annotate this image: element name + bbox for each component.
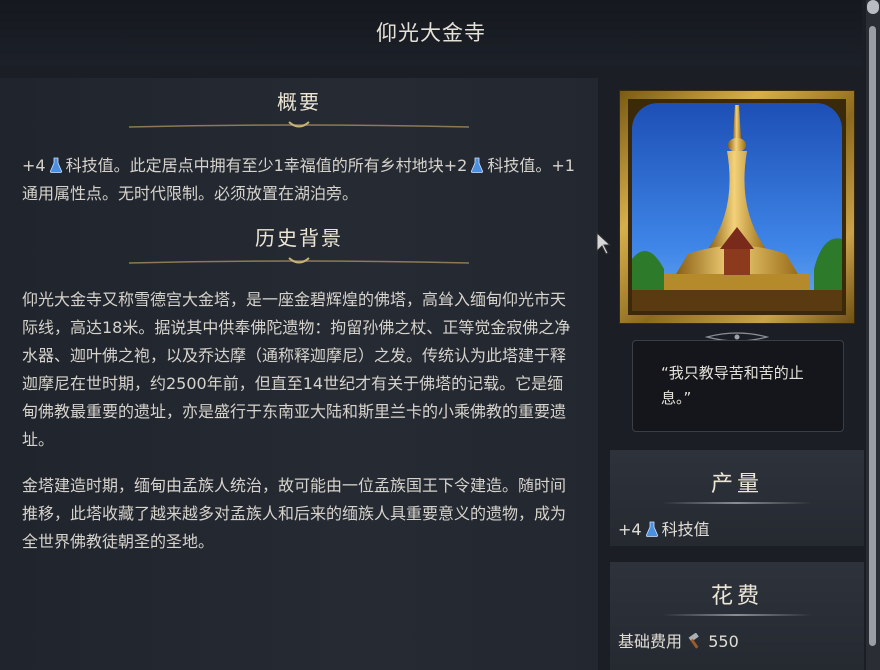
hammer-icon [687,632,703,653]
flask-icon [49,154,62,173]
quote-box: “我只教导苦和苦的止息。” [632,340,844,432]
scroll-thumb[interactable] [869,26,876,646]
flask-icon [645,521,658,537]
quote-text: “我只教导苦和苦的止息。” [661,364,804,407]
overview-text: +4 科技值。此定居点中拥有至少1幸福值的所有乡村地块+2 科技值。+1通用属性点。… [22,154,575,203]
description-panel: 概要 +4 科技值。此定居点中拥有至少1幸福值的所有乡村地块+2 科技值。+1通用属… [0,78,598,670]
history-paragraph-2: 金塔建造时期，缅甸由孟族人统治，故可能由一位孟族国王下令建造。随时间推移，此塔收… [22,476,567,551]
overview-header: 概要 [0,86,598,133]
cost-box: 花费 基础费用 550 [610,562,864,670]
yield-box: 产量 +4 科技值 [610,450,864,546]
yield-heading: 产量 [710,472,763,497]
cost-line: 基础费用 550 [618,632,739,653]
yield-line: +4 科技值 [618,520,710,539]
history-heading: 历史背景 [255,226,343,250]
scrollbar[interactable] [866,0,880,670]
page-title: 仰光大金寺 [0,0,862,66]
wonder-side-panel: “我只教导苦和苦的止息。” 产量 +4 科技值 花费 基础费用 550 [610,78,865,670]
cost-heading: 花费 [710,584,763,609]
wonder-portrait-frame [620,91,854,323]
ornament-divider-icon [129,121,469,128]
ornament-divider-icon [129,257,469,264]
cost-divider [662,614,812,616]
pagoda-icon [632,103,842,311]
flask-icon [471,154,484,173]
scroll-up-cap[interactable] [867,0,879,14]
overview-heading: 概要 [277,90,321,114]
history-paragraph-1: 仰光大金寺又称雪德宫大金塔，是一座金碧辉煌的佛塔，高耸入缅甸仰光市天际线，高达1… [22,290,571,449]
yield-divider [662,502,812,504]
history-header: 历史背景 [0,222,598,269]
